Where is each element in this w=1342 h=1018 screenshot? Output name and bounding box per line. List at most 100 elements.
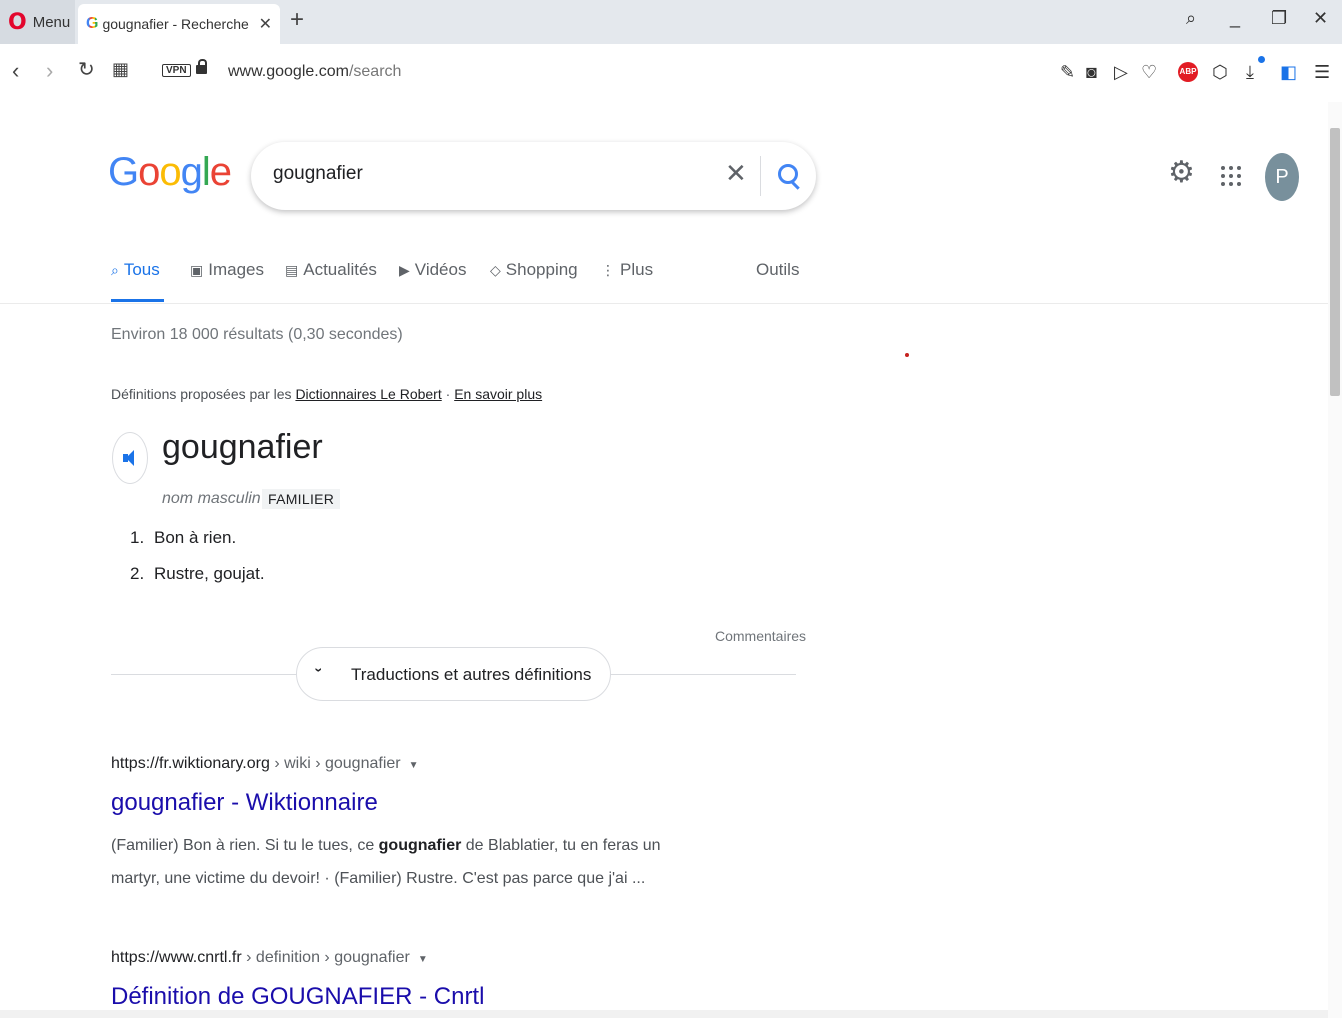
url-field[interactable]: www.google.com/search [228,63,401,81]
logo-letter: o [159,150,181,194]
result-snippet: (Familier) Bon à rien. Si tu le tues, ce… [111,829,711,895]
download-icon[interactable]: ⤓ [1246,62,1254,83]
scrollbar-thumb[interactable] [1330,128,1340,396]
search-icon: ⌕ [111,261,119,278]
result-title-link[interactable]: gougnafier - Wiktionnaire [111,789,711,817]
definition-text: Rustre, goujat. [154,564,265,583]
send-icon[interactable]: ▷ [1114,62,1128,83]
tab-shopping[interactable]: ◇ Shopping [490,258,578,282]
search-result: https://www.cnrtl.fr › definition › goug… [111,949,711,1011]
logo-letter: G [108,150,139,194]
menu-label: Menu [32,13,71,31]
result-path: › wiki › gougnafier [269,755,401,772]
speed-dial-icon[interactable]: ▦ [112,60,129,78]
definition-list: 1. Bon à rien. 2. Rustre, goujat. [130,528,265,600]
result-menu-caret-icon[interactable]: ▼ [409,760,419,771]
snippet-part: (Familier) Bon à rien. Si tu le tues, ce [111,837,379,854]
more-vert-icon: ⋮ [601,261,615,278]
google-favicon-icon: G [86,15,99,32]
result-url[interactable]: https://fr.wiktionary.org › wiki › gougn… [111,755,711,773]
result-stats: Environ 18 000 résultats (0,30 secondes) [111,326,403,343]
tab-more[interactable]: ⋮ Plus [601,258,653,282]
tab-label: Tous [123,260,160,279]
browser-tab-bar: O Menu G gougnafier - Recherche Go ✕ + ⌕… [0,0,1342,44]
logo-letter: l [201,150,211,194]
settings-gear-icon[interactable]: ⚙ [1168,158,1195,188]
tab-label: Plus [620,260,654,279]
close-tab-icon[interactable]: ✕ [259,14,272,34]
vpn-badge[interactable]: VPN [162,64,191,77]
active-tab-indicator [111,299,164,302]
opera-logo-icon: O [8,9,27,35]
easy-setup-icon[interactable]: ☰ [1314,62,1330,83]
learn-more-link[interactable]: En savoir plus [454,386,542,402]
search-input[interactable] [271,162,705,186]
definition-item: 2. Rustre, goujat. [130,564,265,600]
tab-images[interactable]: ▣ Images [190,258,264,282]
address-bar: ‹ › ↻ ▦ VPN www.google.com/search ✎ ◙ ▷ … [0,44,1342,102]
tab-news[interactable]: ▤ Actualités [285,258,377,282]
minimize-icon[interactable]: _ [1230,8,1240,29]
edit-page-icon[interactable]: ✎ [1060,62,1075,83]
tab-title: gougnafier - Recherche Go [102,16,252,32]
logo-letter: e [209,150,232,194]
url-host: www.google.com [228,63,349,80]
sidebar-toggle-icon[interactable]: ◧ [1280,62,1297,83]
clear-search-icon[interactable]: ✕ [725,160,747,186]
definition-number: 2. [130,564,145,583]
result-path: › definition › gougnafier [241,949,410,966]
expander-rule-left [111,674,297,675]
result-title-link[interactable]: Définition de GOUGNAFIER - Cnrtl [111,983,711,1011]
search-tabs-icon[interactable]: ⌕ [1186,8,1196,29]
chevron-down-icon: › [311,667,328,673]
google-apps-icon[interactable] [1221,166,1241,186]
tab-label: Images [208,260,264,279]
result-url[interactable]: https://www.cnrtl.fr › definition › goug… [111,949,711,967]
video-icon: ▶ [399,261,410,278]
logo-letter: g [180,150,203,194]
feedback-link[interactable]: Commentaires [715,628,806,644]
translations-expander-button[interactable]: › Traductions et autres définitions [296,647,611,701]
google-logo[interactable]: Google [108,150,232,195]
tab-all[interactable]: ⌕ Tous [111,258,160,282]
news-icon: ▤ [285,261,299,278]
forward-icon[interactable]: › [46,60,53,82]
search-icon[interactable] [778,164,798,184]
tab-videos[interactable]: ▶ Vidéos [399,258,466,282]
adblock-icon[interactable]: ABP [1178,62,1198,82]
dictionary-word: gougnafier [162,428,323,466]
part-of-speech: nom masculin [162,490,261,507]
bottom-edge [0,1010,1328,1018]
browser-tab[interactable]: G gougnafier - Recherche Go ✕ [78,4,280,44]
tabs-divider [0,303,1328,304]
back-icon[interactable]: ‹ [12,60,19,82]
cube-extension-icon[interactable]: ⬡ [1212,62,1228,83]
download-badge [1258,56,1265,63]
close-window-icon[interactable]: ✕ [1313,8,1328,29]
tools-button[interactable]: Outils [756,258,799,282]
tools-label: Outils [756,260,800,279]
pronunciation-speaker-icon[interactable] [112,432,148,484]
restore-icon[interactable]: ❐ [1271,8,1287,29]
definition-text: Bon à rien. [154,528,237,547]
opera-menu-button[interactable]: O Menu [0,0,75,44]
new-tab-icon[interactable]: + [290,6,304,34]
search-box: ✕ [251,142,816,210]
dictionary-source: Définitions proposées par les Dictionnai… [111,386,542,402]
search-divider [760,156,761,196]
lock-icon[interactable] [196,59,207,74]
image-icon: ▣ [190,261,204,278]
source-link[interactable]: Dictionnaires Le Robert [295,386,441,402]
search-result: https://fr.wiktionary.org › wiki › gougn… [111,755,711,895]
tab-label: Actualités [303,260,377,279]
result-menu-caret-icon[interactable]: ▼ [418,954,428,965]
result-host: https://www.cnrtl.fr [111,949,242,966]
account-avatar[interactable]: P [1265,153,1299,201]
snapshot-icon[interactable]: ◙ [1086,62,1097,83]
tab-label: Shopping [505,260,578,279]
expander-rule-right [610,674,796,675]
reload-icon[interactable]: ↻ [78,60,95,80]
heart-icon[interactable]: ♡ [1141,62,1157,83]
register-badge: FAMILIER [262,489,341,509]
tag-icon: ◇ [490,261,501,278]
